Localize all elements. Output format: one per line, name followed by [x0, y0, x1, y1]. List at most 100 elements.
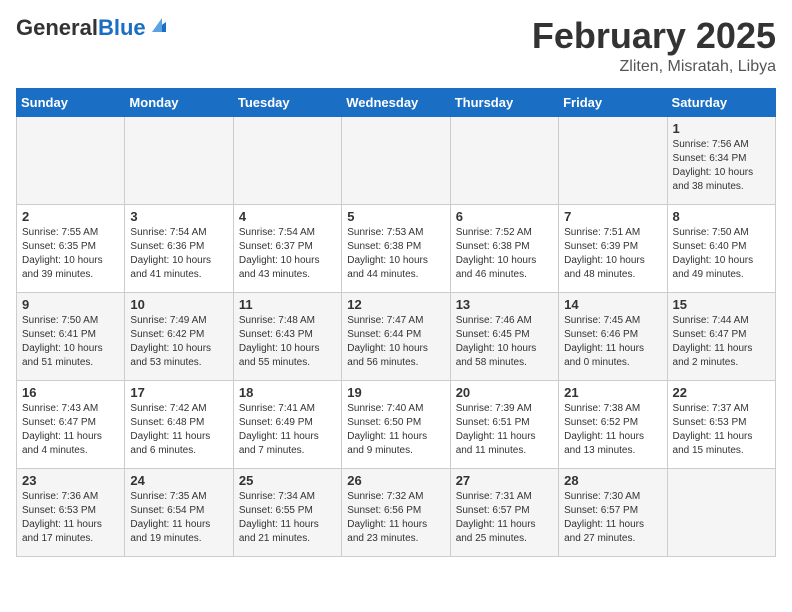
calendar-cell: 6 Sunrise: 7:52 AM Sunset: 6:38 PM Daylig… — [450, 204, 558, 292]
day-number: 7 — [564, 209, 661, 224]
calendar-cell: 14 Sunrise: 7:45 AM Sunset: 6:46 PM Dayli… — [559, 292, 667, 380]
day-info: Sunrise: 7:37 AM Sunset: 6:53 PM Dayligh… — [673, 402, 770, 458]
day-info: Sunrise: 7:41 AM Sunset: 6:49 PM Dayligh… — [239, 402, 336, 458]
day-number: 20 — [456, 385, 553, 400]
day-info: Sunrise: 7:44 AM Sunset: 6:47 PM Dayligh… — [673, 314, 770, 370]
day-info: Sunrise: 7:42 AM Sunset: 6:48 PM Dayligh… — [130, 402, 227, 458]
day-number: 18 — [239, 385, 336, 400]
day-number: 10 — [130, 297, 227, 312]
day-number: 3 — [130, 209, 227, 224]
calendar-cell: 12 Sunrise: 7:47 AM Sunset: 6:44 PM Dayli… — [342, 292, 450, 380]
weekday-header-monday: Monday — [125, 88, 233, 116]
location: Zliten, Misratah, Libya — [532, 58, 776, 76]
day-info: Sunrise: 7:49 AM Sunset: 6:42 PM Dayligh… — [130, 314, 227, 370]
day-number: 21 — [564, 385, 661, 400]
calendar-cell: 23 Sunrise: 7:36 AM Sunset: 6:53 PM Dayli… — [17, 468, 125, 556]
day-number: 22 — [673, 385, 770, 400]
weekday-header-thursday: Thursday — [450, 88, 558, 116]
day-info: Sunrise: 7:50 AM Sunset: 6:40 PM Dayligh… — [673, 226, 770, 282]
month-title: February 2025 — [532, 16, 776, 56]
day-info: Sunrise: 7:47 AM Sunset: 6:44 PM Dayligh… — [347, 314, 444, 370]
day-info: Sunrise: 7:46 AM Sunset: 6:45 PM Dayligh… — [456, 314, 553, 370]
day-number: 14 — [564, 297, 661, 312]
calendar-cell: 21 Sunrise: 7:38 AM Sunset: 6:52 PM Dayli… — [559, 380, 667, 468]
calendar-cell: 26 Sunrise: 7:32 AM Sunset: 6:56 PM Dayli… — [342, 468, 450, 556]
calendar-cell: 4 Sunrise: 7:54 AM Sunset: 6:37 PM Daylig… — [233, 204, 341, 292]
day-info: Sunrise: 7:45 AM Sunset: 6:46 PM Dayligh… — [564, 314, 661, 370]
calendar-cell: 18 Sunrise: 7:41 AM Sunset: 6:49 PM Dayli… — [233, 380, 341, 468]
day-number: 17 — [130, 385, 227, 400]
day-info: Sunrise: 7:43 AM Sunset: 6:47 PM Dayligh… — [22, 402, 119, 458]
calendar-cell: 16 Sunrise: 7:43 AM Sunset: 6:47 PM Dayli… — [17, 380, 125, 468]
calendar-cell: 1Sunrise: 7:56 AM Sunset: 6:34 PM Daylig… — [667, 116, 775, 204]
weekday-header-sunday: Sunday — [17, 88, 125, 116]
day-number: 28 — [564, 473, 661, 488]
calendar-cell: 8 Sunrise: 7:50 AM Sunset: 6:40 PM Daylig… — [667, 204, 775, 292]
calendar-cell: 19 Sunrise: 7:40 AM Sunset: 6:50 PM Dayli… — [342, 380, 450, 468]
day-info: Sunrise: 7:48 AM Sunset: 6:43 PM Dayligh… — [239, 314, 336, 370]
day-number: 27 — [456, 473, 553, 488]
day-info: Sunrise: 7:40 AM Sunset: 6:50 PM Dayligh… — [347, 402, 444, 458]
calendar-cell: 9 Sunrise: 7:50 AM Sunset: 6:41 PM Daylig… — [17, 292, 125, 380]
day-info: Sunrise: 7:54 AM Sunset: 6:36 PM Dayligh… — [130, 226, 227, 282]
page-header: GeneralBlue February 2025 Zliten, Misrat… — [16, 16, 776, 76]
day-info: Sunrise: 7:39 AM Sunset: 6:51 PM Dayligh… — [456, 402, 553, 458]
calendar-cell: 11 Sunrise: 7:48 AM Sunset: 6:43 PM Dayli… — [233, 292, 341, 380]
weekday-header-saturday: Saturday — [667, 88, 775, 116]
logo-icon — [148, 14, 170, 36]
day-number: 4 — [239, 209, 336, 224]
calendar-cell: 24 Sunrise: 7:35 AM Sunset: 6:54 PM Dayli… — [125, 468, 233, 556]
title-block: February 2025 Zliten, Misratah, Libya — [532, 16, 776, 76]
day-info: Sunrise: 7:54 AM Sunset: 6:37 PM Dayligh… — [239, 226, 336, 282]
day-number: 25 — [239, 473, 336, 488]
calendar-cell: 3 Sunrise: 7:54 AM Sunset: 6:36 PM Daylig… — [125, 204, 233, 292]
day-number: 19 — [347, 385, 444, 400]
calendar-cell — [233, 116, 341, 204]
day-number: 16 — [22, 385, 119, 400]
calendar-cell: 27 Sunrise: 7:31 AM Sunset: 6:57 PM Dayli… — [450, 468, 558, 556]
calendar-cell — [450, 116, 558, 204]
calendar-cell — [559, 116, 667, 204]
day-number: 24 — [130, 473, 227, 488]
day-info: Sunrise: 7:38 AM Sunset: 6:52 PM Dayligh… — [564, 402, 661, 458]
calendar-cell: 17 Sunrise: 7:42 AM Sunset: 6:48 PM Dayli… — [125, 380, 233, 468]
weekday-header-wednesday: Wednesday — [342, 88, 450, 116]
calendar-cell: 5 Sunrise: 7:53 AM Sunset: 6:38 PM Daylig… — [342, 204, 450, 292]
day-number: 15 — [673, 297, 770, 312]
day-number: 1 — [673, 121, 770, 136]
calendar-cell: 20 Sunrise: 7:39 AM Sunset: 6:51 PM Dayli… — [450, 380, 558, 468]
day-number: 5 — [347, 209, 444, 224]
day-number: 23 — [22, 473, 119, 488]
day-info: Sunrise: 7:52 AM Sunset: 6:38 PM Dayligh… — [456, 226, 553, 282]
calendar-cell: 15 Sunrise: 7:44 AM Sunset: 6:47 PM Dayli… — [667, 292, 775, 380]
calendar-cell — [342, 116, 450, 204]
day-number: 6 — [456, 209, 553, 224]
logo: GeneralBlue — [16, 16, 170, 40]
day-info: Sunrise: 7:50 AM Sunset: 6:41 PM Dayligh… — [22, 314, 119, 370]
day-info: Sunrise: 7:36 AM Sunset: 6:53 PM Dayligh… — [22, 490, 119, 546]
day-number: 12 — [347, 297, 444, 312]
calendar-cell — [17, 116, 125, 204]
day-info: Sunrise: 7:51 AM Sunset: 6:39 PM Dayligh… — [564, 226, 661, 282]
day-info: Sunrise: 7:32 AM Sunset: 6:56 PM Dayligh… — [347, 490, 444, 546]
calendar-cell — [125, 116, 233, 204]
calendar-cell: 7 Sunrise: 7:51 AM Sunset: 6:39 PM Daylig… — [559, 204, 667, 292]
day-number: 26 — [347, 473, 444, 488]
day-info: Sunrise: 7:55 AM Sunset: 6:35 PM Dayligh… — [22, 226, 119, 282]
day-info: Sunrise: 7:35 AM Sunset: 6:54 PM Dayligh… — [130, 490, 227, 546]
calendar-cell: 13 Sunrise: 7:46 AM Sunset: 6:45 PM Dayli… — [450, 292, 558, 380]
day-number: 9 — [22, 297, 119, 312]
weekday-header-friday: Friday — [559, 88, 667, 116]
calendar-cell: 10 Sunrise: 7:49 AM Sunset: 6:42 PM Dayli… — [125, 292, 233, 380]
calendar-table: SundayMondayTuesdayWednesdayThursdayFrid… — [16, 88, 776, 557]
calendar-cell — [667, 468, 775, 556]
day-number: 8 — [673, 209, 770, 224]
calendar-cell: 28 Sunrise: 7:30 AM Sunset: 6:57 PM Dayli… — [559, 468, 667, 556]
day-number: 2 — [22, 209, 119, 224]
day-info: Sunrise: 7:31 AM Sunset: 6:57 PM Dayligh… — [456, 490, 553, 546]
day-info: Sunrise: 7:30 AM Sunset: 6:57 PM Dayligh… — [564, 490, 661, 546]
day-number: 13 — [456, 297, 553, 312]
day-info: Sunrise: 7:53 AM Sunset: 6:38 PM Dayligh… — [347, 226, 444, 282]
day-info: Sunrise: 7:34 AM Sunset: 6:55 PM Dayligh… — [239, 490, 336, 546]
day-number: 11 — [239, 297, 336, 312]
